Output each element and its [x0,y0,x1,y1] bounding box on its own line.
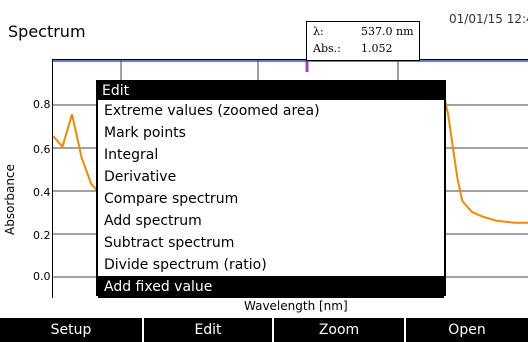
y-tick-label: 0.8 [33,98,51,111]
y-tick-label: 0.4 [33,186,51,199]
header: Spectrum 01/01/15 12:42 [0,0,528,48]
y-tick-label: 0.6 [33,143,51,156]
softkey-bar: Setup Edit Zoom Open [0,318,528,342]
menu-item[interactable]: Compare spectrum [98,188,444,210]
edit-menu: Edit Extreme values (zoomed area) Mark po… [96,80,446,298]
menu-item[interactable]: Add spectrum [98,210,444,232]
menu-item[interactable]: Extreme values (zoomed area) [98,100,444,122]
edit-menu-title: Edit [98,82,444,100]
y-axis-label: Absorbance [3,164,17,235]
softkey-setup[interactable]: Setup [0,318,144,342]
datetime: 01/01/15 12:42 [449,12,528,26]
lambda-label: λ: [313,25,324,38]
abs-value: 1.052 [361,42,393,55]
softkey-edit[interactable]: Edit [144,318,274,342]
softkey-open[interactable]: Open [406,318,528,342]
x-axis-label: Wavelength [nm] [244,299,348,313]
instrument-screen: Spectrum 01/01/15 12:42 λ: 537.0 nm Abs.… [0,0,528,342]
menu-item[interactable]: Integral [98,144,444,166]
softkey-zoom[interactable]: Zoom [274,318,406,342]
menu-item[interactable]: Add fixed value [98,276,444,298]
menu-item[interactable]: Divide spectrum (ratio) [98,254,444,276]
y-tick-label: 0.2 [33,229,51,242]
scroll-down-icon[interactable] [427,280,441,291]
menu-item[interactable]: Mark points [98,122,444,144]
menu-item[interactable]: Derivative [98,166,444,188]
cursor-readout: λ: 537.0 nm Abs.: 1.052 [306,21,420,61]
abs-label: Abs.: [313,42,341,55]
screen-title: Spectrum [8,22,86,41]
y-tick-label: 0.0 [33,270,51,283]
menu-item[interactable]: Subtract spectrum [98,232,444,254]
lambda-value: 537.0 nm [361,25,414,38]
